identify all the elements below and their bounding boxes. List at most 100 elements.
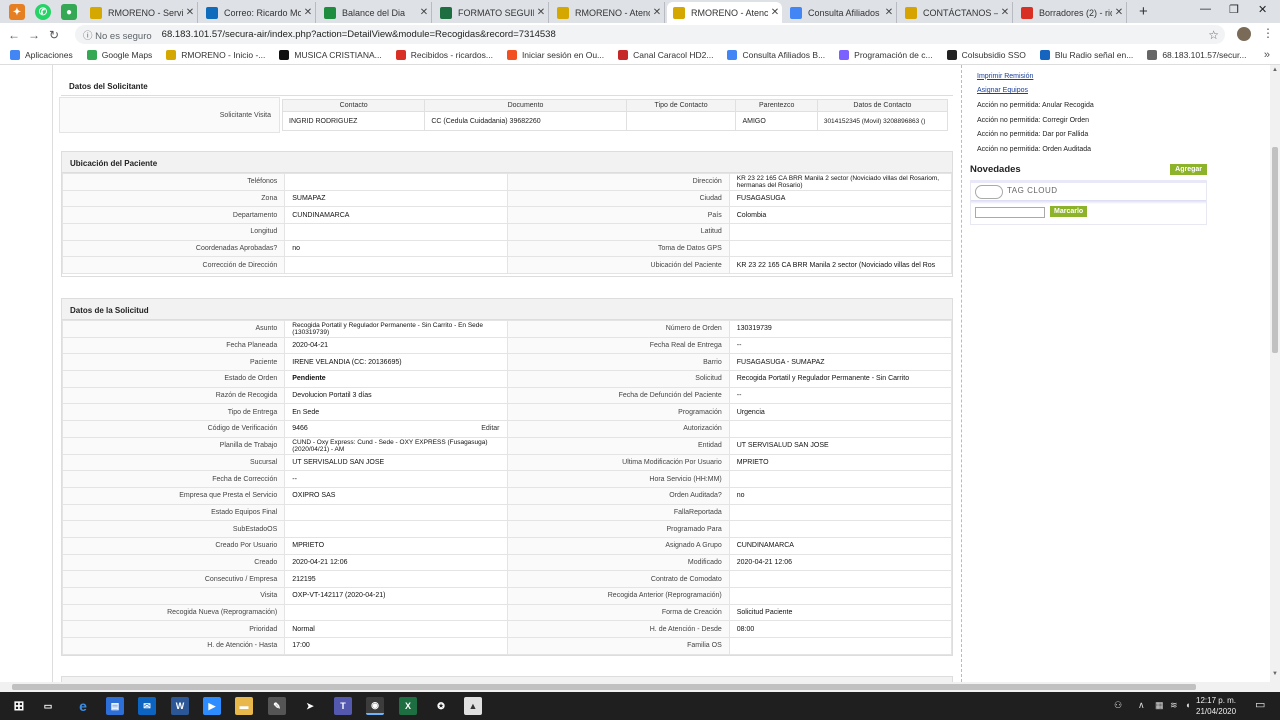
scroll-up-icon[interactable]: ▲ [1272, 67, 1278, 73]
tag-input[interactable] [975, 207, 1045, 218]
volume-icon[interactable]: ◖ [1185, 700, 1190, 710]
ubicacion-section: Ubicación del Paciente Teléfonos Direcció… [61, 151, 953, 277]
mail-icon[interactable]: ✉ [138, 697, 156, 715]
app3-icon[interactable]: ✪ [432, 697, 450, 715]
close-tab-icon[interactable]: ✕ [998, 7, 1012, 18]
close-tab-icon[interactable]: ✕ [882, 7, 896, 18]
edit-link[interactable]: Editar [481, 425, 499, 432]
bookmark-item[interactable]: Aplicaciones [10, 50, 73, 60]
whatsapp-tab-icon[interactable]: ✆ [35, 4, 51, 20]
field-value: no [728, 486, 953, 505]
people-icon[interactable]: ⚇ [1114, 700, 1122, 711]
bookmark-item[interactable]: Programación de c... [839, 50, 933, 60]
browser-tab[interactable]: Correo: Ricardo Mor ✕ [200, 2, 316, 23]
hscroll-thumb[interactable] [12, 684, 1196, 690]
windows-start-icon[interactable]: ⊞ [10, 697, 28, 715]
browser-tab[interactable]: RMORENO - Servicio✕ [84, 2, 198, 23]
field-label: Número de Orden [506, 320, 730, 338]
app2-icon[interactable]: ➤ [301, 697, 319, 715]
task-view-icon[interactable]: ▭ [39, 697, 57, 715]
close-tab-icon[interactable]: ✕ [768, 7, 782, 18]
info-icon[interactable]: ⓘ No es seguro [83, 28, 152, 42]
teams-icon[interactable]: T [334, 697, 352, 715]
field-label: Ubicación del Paciente [506, 256, 730, 275]
maps-tab-icon[interactable]: ● [61, 4, 77, 20]
store-icon[interactable]: ▤ [106, 697, 124, 715]
bookmark-item[interactable]: Iniciar sesión en Ou... [506, 50, 605, 60]
excel-icon[interactable]: X [399, 697, 417, 715]
bookmarks-overflow-icon[interactable]: » [1264, 49, 1270, 61]
new-tab-button[interactable]: + [1139, 3, 1148, 20]
field-label: Barrio [506, 353, 730, 372]
close-tab-icon[interactable]: ✕ [1112, 7, 1126, 18]
browser-tab[interactable]: Consulta Afiliados B ✕ [784, 2, 897, 23]
reload-icon[interactable]: ↻ [44, 28, 64, 42]
zoom-icon[interactable]: ▶ [203, 697, 221, 715]
field-value: Pendiente [284, 370, 508, 388]
horizontal-scrollbar[interactable] [0, 682, 1280, 692]
browser-tab[interactable]: Balance del Dia ✕ [318, 2, 432, 23]
explorer-icon[interactable]: ▬ [235, 697, 253, 715]
app-icon[interactable]: ✎ [268, 697, 286, 715]
maximize-button[interactable]: ❐ [1229, 3, 1239, 16]
bookmark-label: Iniciar sesión en Ou... [521, 50, 605, 60]
edge-icon[interactable]: e [74, 697, 92, 715]
bookmark-item[interactable]: Google Maps [86, 50, 152, 60]
tab-title: FORMATO SEGUIMI [458, 7, 534, 18]
browser-tab[interactable]: Borradores (2) - rica ✕ [1015, 2, 1127, 23]
app4-icon[interactable]: ▲ [464, 697, 482, 715]
browser-tab[interactable]: RMORENO - Atenció✕ [551, 2, 665, 23]
close-tab-icon[interactable]: ✕ [417, 7, 431, 18]
back-icon[interactable]: ← [4, 28, 24, 42]
bookmark-item[interactable]: 68.183.101.57/secur... [1147, 50, 1246, 60]
field-value: Urgencia [728, 403, 953, 422]
bookmark-item[interactable]: RMORENO - Inicio -... [166, 50, 265, 60]
minimize-button[interactable]: — [1200, 3, 1211, 15]
field-label: Recogida Nueva (Reprogramación) [61, 603, 286, 622]
close-window-button[interactable]: ✕ [1258, 3, 1267, 16]
vertical-scrollbar[interactable]: ▲ ▼ [1270, 65, 1280, 682]
field-value [728, 239, 953, 258]
bookmark-item[interactable]: MUSICA CRISTIANA... [279, 50, 382, 60]
field-value: OXP-VT-142117 (2020-04-21) [284, 587, 508, 605]
close-tab-icon[interactable]: ✕ [650, 7, 664, 18]
pinned-tab-icon[interactable]: ✦ [9, 4, 25, 20]
close-tab-icon[interactable]: ✕ [301, 7, 315, 18]
bookmark-item[interactable]: Canal Caracol HD2... [618, 50, 713, 60]
network-icon[interactable]: ▦ [1155, 700, 1164, 711]
browser-tab[interactable]: FORMATO SEGUIMI✕ [434, 2, 549, 23]
mark-tag-button[interactable]: Marcarlo [1050, 206, 1088, 217]
scroll-down-icon[interactable]: ▼ [1272, 671, 1278, 677]
bookmark-item[interactable]: Colsubsidio SSO [946, 50, 1026, 60]
forward-icon[interactable]: → [24, 28, 44, 42]
bookmark-star-icon[interactable]: ☆ [1208, 28, 1219, 42]
omnibox[interactable]: ⓘ No es seguro 68.183.101.57/secura-air/… [75, 25, 1225, 44]
bookmark-item[interactable]: Consulta Afiliados B... [727, 50, 825, 60]
field-label: Entidad [506, 436, 730, 455]
chrome-icon[interactable]: ◉ [366, 697, 384, 715]
field-label: Hora Servicio (HH:MM) [506, 470, 730, 488]
wifi-icon[interactable]: ≋ [1170, 700, 1178, 711]
field-label: Prioridad [61, 620, 286, 639]
close-tab-icon[interactable]: ✕ [183, 7, 197, 18]
scroll-thumb[interactable] [1272, 147, 1278, 353]
tray-chevron-icon[interactable]: ∧ [1138, 700, 1145, 711]
browser-tab[interactable]: CONTÁCTANOS – Be✕ [899, 2, 1013, 23]
browser-tab[interactable]: RMORENO - Atenció✕ [667, 2, 782, 23]
word-icon[interactable]: W [171, 697, 189, 715]
menu-icon[interactable]: ⋮ [1262, 26, 1274, 40]
table-row: Razón de Recogida Devolucion Portatil 3 d… [61, 386, 953, 405]
sidebar-action-link[interactable]: Asignar Equipos [977, 84, 1207, 99]
close-tab-icon[interactable]: ✕ [534, 7, 548, 18]
add-novedad-button[interactable]: Agregar [1170, 163, 1207, 175]
field-label: Familia OS [506, 637, 730, 655]
url-text[interactable]: 68.183.101.57/secura-air/index.php?actio… [162, 29, 556, 40]
notifications-icon[interactable]: ▭ [1255, 698, 1265, 711]
profile-avatar[interactable] [1237, 27, 1251, 41]
bookmark-item[interactable]: Blu Radio señal en... [1039, 50, 1133, 60]
bookmark-item[interactable]: Recibidos - ricardos... [395, 50, 493, 60]
taskbar-clock[interactable]: 12:17 p. m. 21/04/2020 [1196, 695, 1236, 717]
column-header: Documento [424, 99, 627, 112]
sidebar-action-link[interactable]: Imprimir Remisión [977, 69, 1207, 84]
table-row: Fecha Planeada 2020-04-21 Fecha Real de En… [61, 336, 953, 355]
